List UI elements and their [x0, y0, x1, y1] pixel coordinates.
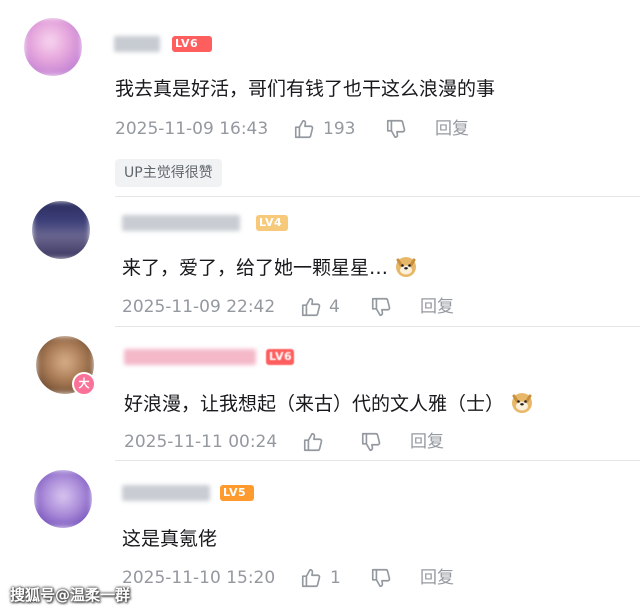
user-avatar[interactable] [24, 18, 82, 76]
divider [115, 326, 640, 327]
level-badge: LV5 [220, 485, 254, 501]
like-count: 4 [329, 297, 340, 317]
reply-button[interactable]: 回复 [420, 296, 454, 318]
divider [115, 196, 640, 197]
reply-button[interactable]: 回复 [410, 431, 444, 453]
level-badge: LV6 [266, 349, 294, 365]
like-icon[interactable] [300, 567, 322, 589]
up-liked-tag: UP主觉得很赞 [115, 159, 222, 187]
comment-text: 好浪漫，让我想起（来古）代的文人雅（士） [124, 390, 534, 417]
username-blurred[interactable] [114, 36, 160, 52]
reply-button[interactable]: 回复 [435, 118, 469, 140]
user-avatar[interactable] [32, 201, 90, 259]
level-badge: LV4 [256, 215, 288, 231]
comment-text: 来了，爱了，给了她一颗星星… [122, 254, 418, 281]
like-icon[interactable] [300, 296, 322, 318]
username-blurred[interactable] [122, 485, 210, 501]
reply-button[interactable]: 回复 [420, 567, 454, 589]
username-blurred[interactable] [122, 215, 240, 231]
source-watermark: 搜狐号@温柔一群 [10, 586, 131, 604]
comment-3: 大 LV6 好浪漫，让我想起（来古）代的文人雅（士） 2025-11-11 00… [0, 326, 640, 466]
dislike-icon[interactable] [370, 296, 392, 318]
comment-text-body: 好浪漫，让我想起（来古）代的文人雅（士） [124, 393, 505, 415]
dislike-icon[interactable] [370, 567, 392, 589]
timestamp: 2025-11-10 15:20 [122, 568, 276, 588]
like-icon[interactable] [302, 431, 324, 453]
level-badge: LV6 [172, 36, 212, 52]
comment-2: LV4 来了，爱了，给了她一颗星星… 2025-11-09 22:42 4 回复 [0, 196, 640, 332]
comment-1: LV6 我去真是好活，哥们有钱了也干这么浪漫的事 2025-11-09 16:4… [0, 0, 640, 200]
dislike-icon[interactable] [385, 118, 407, 140]
comment-meta: 2025-11-09 22:42 4 回复 [122, 296, 622, 318]
comment-text-body: 来了，爱了，给了她一颗星星… [122, 257, 389, 279]
comment-text: 我去真是好活，哥们有钱了也干这么浪漫的事 [115, 78, 496, 100]
user-avatar[interactable] [34, 470, 92, 528]
timestamp: 2025-11-09 22:42 [122, 297, 276, 317]
dislike-icon[interactable] [360, 431, 382, 453]
divider [115, 460, 640, 461]
avatar-badge: 大 [72, 372, 96, 396]
comment-text: 这是真氪佬 [122, 528, 218, 550]
like-count: 1 [330, 568, 341, 588]
like-count: 193 [323, 119, 356, 139]
doge-emoji [510, 390, 534, 414]
like-icon[interactable] [293, 118, 315, 140]
comment-meta: 2025-11-10 15:20 1 回复 [122, 567, 622, 589]
comment-meta: 2025-11-09 16:43 193 回复 [115, 118, 615, 140]
doge-emoji [394, 254, 418, 278]
username-blurred[interactable] [124, 349, 256, 365]
timestamp: 2025-11-09 16:43 [115, 119, 269, 139]
timestamp: 2025-11-11 00:24 [124, 432, 278, 452]
comment-meta: 2025-11-11 00:24 回复 [124, 431, 624, 453]
